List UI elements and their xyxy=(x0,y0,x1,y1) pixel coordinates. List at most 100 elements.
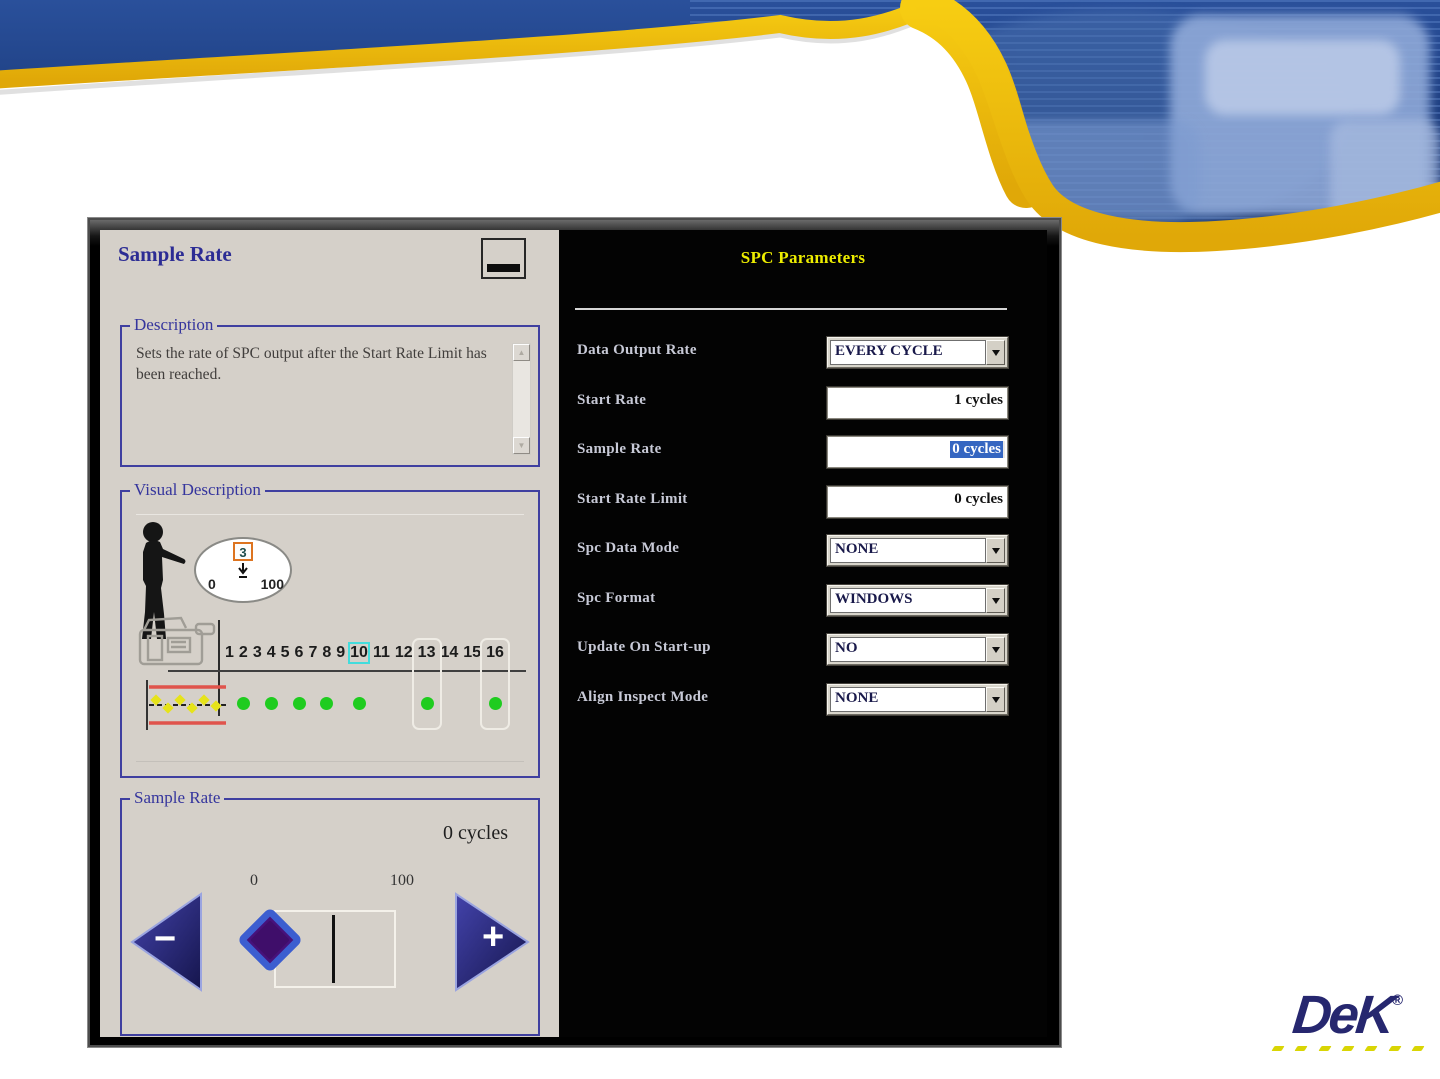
cycle-number-8: 8 xyxy=(322,644,332,661)
cycle-number-11: 11 xyxy=(372,644,390,661)
update-on-start-up-dropdown[interactable]: NO xyxy=(827,634,1008,665)
spc-chart-icon xyxy=(146,680,226,730)
sample-dot-4 xyxy=(265,697,278,710)
dek-logo-dashes xyxy=(1271,1046,1425,1051)
dropdown-arrow-icon[interactable] xyxy=(986,340,1005,365)
spc-row-start-rate: Start Rate 1 cycles xyxy=(559,386,1047,437)
bubble-value: 3 xyxy=(233,542,253,561)
spc-row-data-output-rate: Data Output Rate EVERY CYCLE xyxy=(559,337,1047,387)
scroll-down-icon[interactable]: ▼ xyxy=(513,437,530,454)
cycle-number-15: 15 xyxy=(463,644,482,661)
spc-format-dropdown[interactable]: WINDOWS xyxy=(827,584,1008,616)
sample-rate-input[interactable]: 0 cycles xyxy=(827,436,1008,468)
cycle-number-5: 5 xyxy=(280,644,290,661)
sample-dot-13 xyxy=(420,697,434,710)
sample-rate-value: 0 cycles xyxy=(443,822,508,844)
logo-dash xyxy=(1364,1046,1378,1051)
decrement-button[interactable]: − xyxy=(130,892,204,992)
spc-parameters-panel: SPC Parameters Data Output Rate EVERY CYC… xyxy=(559,230,1047,1037)
spc-row-start-rate-limit: Start Rate Limit 0 cycles xyxy=(559,485,1047,536)
sample-rate-legend: Sample Rate xyxy=(130,788,225,808)
dropdown-arrow-icon[interactable] xyxy=(986,587,1005,613)
scroll-up-icon[interactable]: ▲ xyxy=(513,344,530,361)
title-divider xyxy=(575,308,1007,310)
cycle-number-12: 12 xyxy=(394,644,413,661)
bubble-max: 100 xyxy=(260,576,284,592)
data-output-rate-dropdown[interactable]: EVERY CYCLE xyxy=(827,337,1008,368)
visual-legend: Visual Description xyxy=(130,480,265,500)
spc-row-sample-rate: Sample Rate 0 cycles xyxy=(559,436,1047,486)
cycle-number-10: 10 xyxy=(350,644,368,661)
minus-icon: − xyxy=(154,918,177,960)
spc-row-spc-format: Spc Format WINDOWS xyxy=(559,584,1047,635)
cycle-number-1: 1 xyxy=(225,644,234,661)
field-label: Data Output Rate xyxy=(577,342,697,358)
field-label: Spc Data Mode xyxy=(577,540,680,556)
axis-horizontal-line xyxy=(168,670,526,672)
help-panel: Sample Rate Description Sets the rate of… xyxy=(100,230,559,1037)
logo-dash xyxy=(1271,1046,1285,1051)
scale-max-label: 100 xyxy=(390,872,414,889)
value-bubble: 3 0 100 xyxy=(194,537,292,603)
logo-dash xyxy=(1341,1046,1355,1051)
plus-icon: + xyxy=(482,916,505,958)
field-label: Align Inspect Mode xyxy=(577,688,709,705)
input-value: 0 cycles xyxy=(954,490,1003,507)
dropdown-arrow-icon[interactable] xyxy=(986,637,1005,662)
input-value: 0 cycles xyxy=(950,441,1003,458)
logo-dash xyxy=(1411,1046,1425,1051)
dropdown-value: EVERY CYCLE xyxy=(835,343,943,359)
field-label: Start Rate Limit xyxy=(577,490,688,507)
spc-row-update-on-start-up: Update On Start-up NO xyxy=(559,634,1047,684)
cycle-number-7: 7 xyxy=(308,644,318,661)
dek-logo-text: DeK xyxy=(1289,985,1396,1045)
description-fieldset: Description Sets the rate of SPC output … xyxy=(120,315,540,467)
bubble-arrow-icon xyxy=(238,563,248,578)
slider-handle[interactable] xyxy=(236,906,304,979)
start-rate-limit-input[interactable]: 0 cycles xyxy=(827,485,1008,518)
slider-zero-line xyxy=(332,915,335,983)
cycle-number-6: 6 xyxy=(294,644,304,661)
bubble-min: 0 xyxy=(208,576,216,592)
sample-dot-8 xyxy=(320,697,333,710)
number-line: 1 2 3 4 5 6 7 8 9 10 11 12 13 14 15 16 xyxy=(225,644,509,662)
dropdown-arrow-icon[interactable] xyxy=(986,686,1005,712)
description-legend: Description xyxy=(130,315,218,335)
increment-button[interactable]: + xyxy=(452,892,532,992)
cycle-number-3: 3 xyxy=(252,644,262,661)
start-rate-input[interactable]: 1 cycles xyxy=(827,386,1008,419)
spc-row-align-inspect-mode: Align Inspect Mode NONE xyxy=(559,683,1047,734)
input-value: 1 cycles xyxy=(954,391,1003,408)
field-label: Update On Start-up xyxy=(577,639,711,655)
page: Sample Rate Description Sets the rate of… xyxy=(0,0,1440,1079)
minimize-icon xyxy=(487,264,520,272)
sample-box-13 xyxy=(412,638,442,730)
sample-dot-10 xyxy=(352,697,366,710)
dropdown-value: NONE xyxy=(835,689,879,706)
description-text: Sets the rate of SPC output after the St… xyxy=(136,345,487,384)
field-label: Spc Format xyxy=(577,589,656,606)
description-scrollbar[interactable]: ▲ ▼ xyxy=(512,343,531,455)
logo-dash xyxy=(1294,1046,1308,1051)
field-label: Sample Rate xyxy=(577,441,662,457)
sample-box-16 xyxy=(480,638,510,730)
align-inspect-mode-dropdown[interactable]: NONE xyxy=(827,683,1008,715)
spc-row-spc-data-mode: Spc Data Mode NONE xyxy=(559,535,1047,585)
sample-dot-6 xyxy=(293,697,306,710)
sample-dot-2 xyxy=(237,697,250,710)
visual-fieldset: Visual Description 3 0 100 1 2 3 4 5 6 7… xyxy=(120,480,540,778)
spc-rows: Data Output Rate EVERY CYCLE Start Rate 1 c… xyxy=(559,337,1047,733)
spc-data-mode-dropdown[interactable]: NONE xyxy=(827,535,1008,566)
minimize-button[interactable] xyxy=(481,238,526,279)
sample-dot-16 xyxy=(488,697,502,710)
dropdown-arrow-icon[interactable] xyxy=(986,538,1005,563)
cycle-number-14: 14 xyxy=(440,644,459,661)
field-label: Start Rate xyxy=(577,391,647,408)
scale-min-label: 0 xyxy=(250,872,258,889)
cycle-number-9: 9 xyxy=(336,644,346,661)
printer-icon xyxy=(138,616,216,666)
dropdown-value: NONE xyxy=(835,541,879,557)
dek-logo: DeK® xyxy=(1264,984,1432,1051)
logo-dash xyxy=(1388,1046,1402,1051)
panel-title: SPC Parameters xyxy=(740,248,866,267)
